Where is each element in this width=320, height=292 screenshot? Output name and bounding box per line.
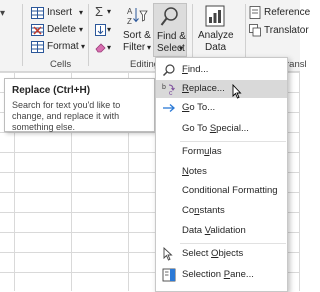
reference-button[interactable]: Reference [249, 5, 310, 21]
menu-item-go-to-special[interactable]: Go To Special... [156, 120, 287, 138]
insert-button[interactable]: Insert ▾ [31, 6, 86, 21]
analyze-data-label-line1: Analyze [198, 30, 234, 41]
ribbon-left-fragment: ▾ [0, 8, 6, 19]
delete-cells-icon [31, 24, 44, 36]
sort-filter-button[interactable]: A Z Sort & Filter ▾ [121, 3, 152, 55]
menu-item-formulas[interactable]: Formulas [156, 143, 287, 161]
format-label: Format [47, 41, 79, 52]
menu-item-label: Data Validation [182, 225, 246, 236]
replace-icon: b c [162, 84, 175, 96]
find-select-button[interactable]: Find & Select ▾ [153, 3, 187, 57]
chevron-down-icon: ▾ [81, 42, 86, 51]
chevron-down-icon: ▾ [147, 43, 152, 52]
menu-item-label: Selection Pane... [182, 269, 254, 280]
magnifier-icon [160, 7, 178, 26]
chevron-down-icon: ▾ [79, 25, 84, 34]
menu-item-label: Go To Special... [182, 123, 249, 134]
translator-button[interactable]: Translator [249, 23, 309, 39]
menu-item-selection-pane[interactable]: Selection Pane... [156, 266, 287, 284]
menu-separator [180, 243, 286, 244]
selection-pane-icon [162, 268, 176, 282]
menu-item-label: Replace... [182, 83, 225, 94]
svg-text:A: A [127, 7, 133, 16]
clear-button[interactable]: ▾ [95, 40, 117, 56]
delete-label: Delete [47, 24, 76, 35]
menu-item-label: Find... [182, 64, 209, 75]
reference-icon [249, 6, 261, 19]
menu-item-label: Constants [182, 205, 225, 216]
tooltip-description: Search for text you'd like to change, an… [12, 100, 121, 132]
tooltip-title: Replace (Ctrl+H) [12, 85, 91, 96]
insert-cells-icon [31, 7, 44, 19]
group-separator [88, 4, 89, 66]
delete-button[interactable]: Delete ▾ [31, 23, 86, 38]
menu-item-constants[interactable]: Constants [156, 202, 287, 220]
fill-down-icon [95, 24, 106, 36]
menu-item-label: Formulas [182, 146, 222, 157]
sort-filter-label-line2: Filter [123, 42, 146, 53]
translator-icon [249, 24, 261, 37]
search-icon [162, 64, 175, 77]
chevron-down-icon: ▾ [179, 44, 184, 53]
chevron-down-icon: ▾ [107, 43, 112, 52]
format-button[interactable]: Format ▾ [31, 40, 86, 55]
menu-item-data-validation[interactable]: Data Validation [156, 222, 287, 240]
select-objects-icon [163, 247, 173, 261]
menu-item-replace[interactable]: b c Replace... [156, 80, 287, 99]
menu-item-label: Notes [182, 166, 207, 177]
sort-filter-icon: A Z [127, 7, 148, 26]
eraser-icon [95, 43, 106, 53]
menu-separator [180, 141, 286, 142]
arrow-right-icon [163, 104, 175, 112]
chevron-down-icon: ▾ [107, 25, 112, 34]
find-select-label-line1: Find & [157, 31, 186, 42]
translator-group-label: ransl [286, 59, 307, 70]
insert-label: Insert [47, 7, 73, 18]
menu-item-label: Select Objects [182, 248, 244, 259]
find-select-menu: Find... b c Replace... Go To... Go To Sp… [155, 57, 288, 292]
analyze-data-button[interactable]: Analyze Data [197, 3, 234, 55]
mouse-cursor-icon [232, 84, 242, 99]
svg-text:Z: Z [127, 17, 132, 26]
analyze-data-icon [205, 5, 225, 27]
menu-item-notes[interactable]: Notes [156, 163, 287, 181]
fill-button[interactable]: ▾ [95, 22, 117, 38]
svg-text:c: c [169, 90, 173, 96]
sort-filter-label-line1: Sort & [123, 30, 151, 41]
chevron-down-icon: ▾ [107, 7, 112, 16]
menu-item-label: Go To... [182, 102, 216, 113]
autosum-button[interactable]: Σ ▾ [95, 4, 117, 20]
menu-item-conditional-formatting[interactable]: Conditional Formatting [156, 182, 287, 200]
autosum-icon: Σ [95, 4, 104, 19]
format-cells-icon [31, 41, 44, 53]
chevron-down-icon: ▾ [79, 8, 84, 17]
cells-group-label: Cells [50, 59, 72, 70]
menu-item-label: Conditional Formatting [182, 185, 278, 196]
menu-item-select-objects[interactable]: Select Objects [156, 245, 287, 263]
replace-tooltip: Replace (Ctrl+H) Search for text you'd l… [4, 78, 155, 132]
menu-item-find[interactable]: Find... [156, 61, 287, 79]
translator-label: Translator [264, 25, 309, 36]
analyze-data-label-line2: Data [205, 42, 227, 53]
menu-item-go-to[interactable]: Go To... [156, 99, 287, 117]
reference-label: Reference [264, 7, 311, 18]
group-separator [22, 4, 23, 66]
svg-text:b: b [162, 84, 166, 91]
